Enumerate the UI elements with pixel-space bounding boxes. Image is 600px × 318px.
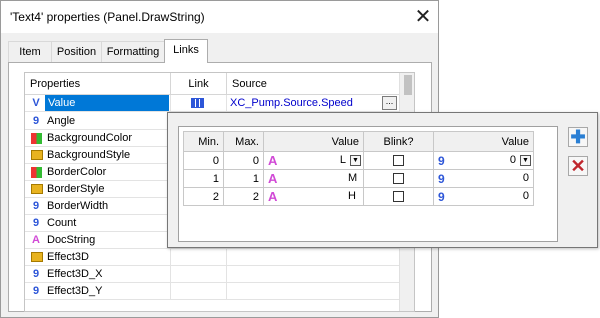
delete-icon[interactable]: ✕ [568, 156, 588, 176]
link-column-header[interactable]: Link [171, 73, 227, 95]
source-column-header[interactable]: Source [227, 73, 400, 95]
link-row[interactable]: 2 2 A H 9 0 [183, 187, 534, 206]
style-icon [31, 252, 43, 262]
number-icon: 9 [32, 217, 40, 229]
max-column-header[interactable]: Max. [223, 131, 264, 152]
number-icon: 9 [438, 189, 445, 204]
number-icon: 9 [438, 171, 445, 186]
chevron-down-icon[interactable]: ▼ [350, 155, 361, 166]
value-v-icon: V [32, 97, 40, 109]
number-icon: 9 [32, 285, 40, 297]
text-icon: A [268, 171, 278, 186]
text-value-cell[interactable]: M [348, 172, 357, 184]
property-row-value[interactable]: V Value XC_Pump.Source.Speed ... [25, 95, 414, 112]
value-cell[interactable]: 0 [523, 190, 529, 202]
min-column-header[interactable]: Min. [183, 131, 224, 152]
add-icon[interactable]: ✚ [568, 127, 588, 147]
properties-column-header[interactable]: Properties [25, 73, 171, 95]
value-cell[interactable]: 0 [523, 172, 529, 184]
min-cell[interactable]: 2 [183, 187, 224, 206]
property-name: Value [45, 95, 169, 111]
link-row[interactable]: 1 1 A M 9 0 [183, 169, 534, 188]
max-cell[interactable]: 0 [223, 151, 264, 170]
link-row[interactable]: 0 0 A L ▼ 9 0 ▼ [183, 151, 534, 170]
text-value-cell[interactable]: H [348, 190, 356, 202]
tab-position[interactable]: Position [51, 41, 102, 62]
text-icon: A [268, 153, 278, 168]
color-icon [31, 133, 42, 144]
text-value-cell[interactable]: L [340, 154, 346, 166]
value-links-popup: Min. Max. Value Blink? Value 0 0 A L ▼ 9 0 ▼… [167, 112, 598, 248]
property-row-effect3d-y[interactable]: 9 Effect3D_Y [25, 283, 414, 300]
number-icon: 9 [32, 115, 40, 127]
max-cell[interactable]: 1 [223, 169, 264, 188]
min-cell[interactable]: 0 [183, 151, 224, 170]
max-cell[interactable]: 2 [223, 187, 264, 206]
value-links-table: Min. Max. Value Blink? Value 0 0 A L ▼ 9 0 ▼… [183, 131, 534, 206]
link-table-icon[interactable] [191, 98, 204, 108]
min-cell[interactable]: 1 [183, 169, 224, 188]
color-icon [31, 167, 42, 178]
number-icon: 9 [32, 268, 40, 280]
chevron-down-icon[interactable]: ▼ [520, 155, 531, 166]
style-icon [31, 150, 43, 160]
value-cell[interactable]: 0 [510, 154, 516, 166]
scrollbar-thumb[interactable] [404, 75, 412, 95]
text-value-column-header[interactable]: Value [263, 131, 364, 152]
style-icon [31, 184, 43, 194]
number-icon: 9 [438, 153, 445, 168]
property-row-effect3d[interactable]: Effect3D [25, 249, 414, 266]
value-links-table-area: Min. Max. Value Blink? Value 0 0 A L ▼ 9 0 ▼… [178, 126, 558, 242]
blink-checkbox[interactable] [393, 191, 404, 203]
text-icon: A [268, 189, 278, 204]
title-bar: 'Text4' properties (Panel.DrawString) ✕ [1, 1, 438, 33]
property-row-effect3d-x[interactable]: 9 Effect3D_X [25, 266, 414, 283]
tab-formatting[interactable]: Formatting [101, 41, 165, 62]
tab-item[interactable]: Item [8, 41, 52, 62]
value-column-header[interactable]: Value [433, 131, 534, 152]
source-value[interactable]: XC_Pump.Source.Speed [230, 97, 353, 109]
blink-checkbox[interactable] [393, 173, 404, 185]
close-icon[interactable]: ✕ [409, 4, 437, 30]
text-icon: A [32, 234, 40, 246]
window-title: 'Text4' properties (Panel.DrawString) [10, 10, 205, 24]
blink-checkbox[interactable] [393, 155, 404, 167]
number-icon: 9 [32, 200, 40, 212]
source-browse-button[interactable]: ... [382, 96, 397, 110]
blink-column-header[interactable]: Blink? [363, 131, 434, 152]
tab-links[interactable]: Links [164, 39, 208, 63]
